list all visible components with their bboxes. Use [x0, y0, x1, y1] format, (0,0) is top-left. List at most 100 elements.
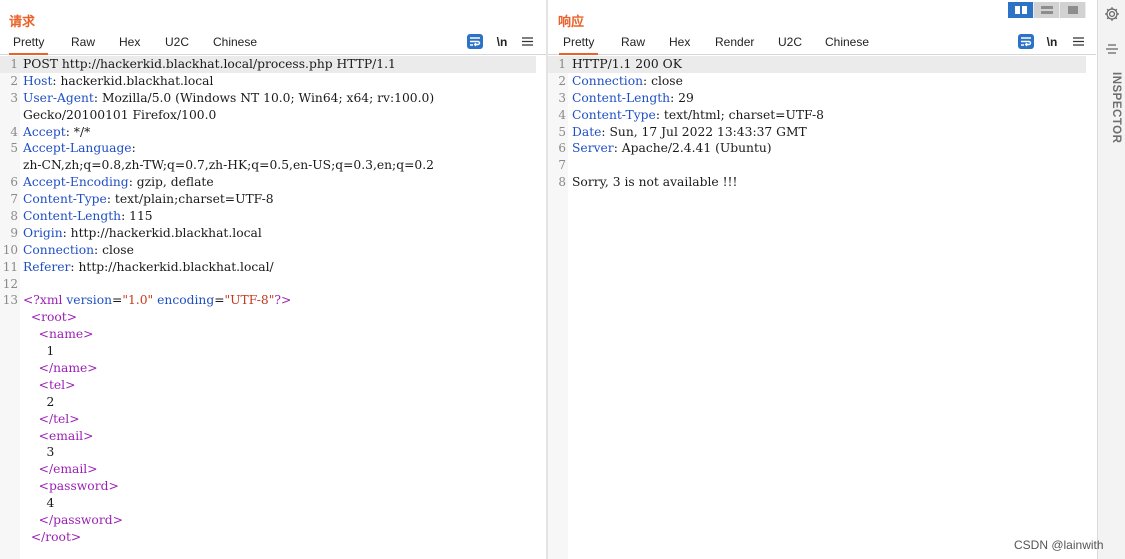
- response-line: 1 HTTP/1.1 200 OK: [548, 56, 1086, 73]
- line-text: Accept-Language:: [23, 140, 136, 157]
- lines-icon[interactable]: [1105, 43, 1119, 55]
- request-line: 6 Accept-Encoding: gzip, deflate: [0, 174, 546, 191]
- line-text: </email>: [23, 461, 98, 478]
- request-line: 7 Content-Type: text/plain;charset=UTF-8: [0, 191, 546, 208]
- line-number: 8: [558, 175, 566, 190]
- request-line: </root>: [0, 529, 546, 546]
- line-text: 1: [23, 343, 54, 360]
- text-token: POST http://hackerkid.blackhat.local/pro…: [23, 57, 396, 71]
- response-newline-toggle[interactable]: \n: [1045, 33, 1059, 53]
- inspector-label[interactable]: INSPECTOR: [1102, 72, 1122, 143]
- text-token: Sorry, 3 is not available !!!: [572, 175, 738, 190]
- response-tab-chinese[interactable]: Chinese: [821, 33, 873, 55]
- request-tab-bar: Pretty Raw Hex U2C Chinese \n: [0, 33, 546, 55]
- request-line: 13 <?xml version="1.0" encoding="UTF-8"?>: [0, 292, 546, 309]
- xml-token: </name>: [23, 361, 98, 376]
- line-text: Content-Length: 29: [572, 90, 694, 107]
- response-tab-pretty[interactable]: Pretty: [559, 33, 599, 55]
- text-token: : */*: [65, 124, 91, 139]
- request-tab-hex[interactable]: Hex: [115, 33, 144, 55]
- line-text: </root>: [23, 529, 81, 546]
- line-text: Gecko/20100101 Firefox/100.0: [23, 107, 216, 124]
- request-menu-button[interactable]: [520, 33, 534, 53]
- response-line: 4 Content-Type: text/html; charset=UTF-8: [548, 107, 1096, 124]
- header-name: Connection: [23, 242, 95, 257]
- text-token: : Apache/2.4.41 (Ubuntu): [613, 141, 772, 156]
- request-tab-pretty[interactable]: Pretty: [9, 33, 49, 55]
- request-line: <password>: [0, 478, 546, 495]
- request-line: 10 Connection: close: [0, 242, 546, 259]
- xml-token: <?xml: [23, 293, 67, 308]
- xml-token: "1.0": [122, 293, 154, 308]
- horizontal-view-button[interactable]: [1034, 2, 1060, 18]
- line-text: Referer: http://hackerkid.blackhat.local…: [23, 259, 274, 276]
- response-tab-render[interactable]: Render: [711, 33, 758, 55]
- request-line: 9 Origin: http://hackerkid.blackhat.local: [0, 225, 546, 242]
- request-line: 2: [0, 394, 546, 411]
- header-name: Connection: [572, 73, 644, 88]
- line-number: 7: [10, 192, 18, 207]
- request-newline-toggle[interactable]: \n: [495, 33, 509, 53]
- line-text: <email>: [23, 428, 94, 445]
- request-wrap-toggle[interactable]: [467, 34, 483, 49]
- xml-token: </tel>: [23, 411, 80, 426]
- text-token: : hackerkid.blackhat.local: [52, 73, 214, 88]
- header-name: Accept-Encoding: [23, 175, 129, 190]
- layout-view-toggle: [1008, 2, 1086, 18]
- line-text: Content-Length: 115: [23, 208, 153, 225]
- line-text: <root>: [23, 309, 77, 326]
- response-title: 响应: [558, 14, 585, 29]
- text-token: : http://hackerkid.blackhat.local/: [70, 259, 274, 274]
- request-editor[interactable]: 1 POST http://hackerkid.blackhat.local/pr…: [0, 56, 546, 546]
- header-name: Accept: [23, 124, 66, 139]
- split-view-button[interactable]: [1008, 2, 1034, 18]
- request-line: <name>: [0, 326, 546, 343]
- response-tab-hex[interactable]: Hex: [665, 33, 694, 55]
- header-name: Content-Length: [572, 90, 671, 105]
- response-line: 8 Sorry, 3 is not available !!!: [548, 174, 1096, 191]
- request-line: 3 User-Agent: Mozilla/5.0 (Windows NT 10.…: [0, 90, 546, 107]
- line-text: <?xml version="1.0" encoding="UTF-8"?>: [23, 292, 291, 309]
- text-token: =: [214, 293, 225, 308]
- line-text: <name>: [23, 326, 94, 343]
- response-editor[interactable]: 1 HTTP/1.1 200 OK 2 Connection: close 3 Conte…: [548, 56, 1096, 191]
- hamburger-menu-icon: [521, 37, 533, 46]
- gear-icon[interactable]: [1104, 6, 1120, 22]
- single-view-icon: [1068, 6, 1078, 14]
- line-number: 1: [10, 57, 18, 71]
- response-tab-raw[interactable]: Raw: [617, 33, 649, 55]
- response-line: 2 Connection: close: [548, 73, 1096, 90]
- text-token: : http://hackerkid.blackhat.local: [62, 225, 262, 240]
- response-tab-bar: Pretty Raw Hex Render U2C Chinese \n: [548, 33, 1096, 55]
- text-token: 4: [23, 496, 55, 511]
- request-line: Gecko/20100101 Firefox/100.0: [0, 107, 546, 124]
- header-name: Content-Type: [572, 107, 656, 122]
- text-token: zh-CN,zh;q=0.8,zh-TW;q=0.7,zh-HK;q=0.5,e…: [23, 158, 434, 173]
- request-line: 4 Accept: */*: [0, 124, 546, 141]
- line-number: 7: [558, 158, 566, 173]
- line-number: 10: [2, 242, 18, 257]
- request-tab-u2c[interactable]: U2C: [161, 33, 193, 55]
- request-line: <root>: [0, 309, 546, 326]
- request-line: 12: [0, 276, 546, 293]
- line-number: 13: [2, 293, 18, 308]
- line-number: 2: [10, 73, 18, 88]
- response-menu-button[interactable]: [1071, 33, 1085, 53]
- xml-token: <password>: [23, 479, 119, 494]
- request-tab-raw[interactable]: Raw: [67, 33, 99, 55]
- response-pane: 响应 Pretty Raw Hex Render U2C Chinese \n …: [548, 0, 1096, 559]
- line-text: Host: hackerkid.blackhat.local: [23, 73, 213, 90]
- request-line: </tel>: [0, 411, 546, 428]
- single-view-button[interactable]: [1060, 2, 1086, 18]
- text-token: : 115: [121, 209, 153, 224]
- text-token: : text/html; charset=UTF-8: [655, 107, 824, 122]
- line-text: </name>: [23, 360, 98, 377]
- request-tab-chinese[interactable]: Chinese: [209, 33, 261, 55]
- xml-token: </email>: [23, 462, 98, 477]
- header-name: Host: [23, 73, 53, 88]
- text-token: : gzip, deflate: [128, 175, 214, 190]
- response-wrap-toggle[interactable]: [1018, 34, 1034, 49]
- text-token: HTTP/1.1 200 OK: [572, 57, 682, 71]
- line-text: Origin: http://hackerkid.blackhat.local: [23, 225, 262, 242]
- response-tab-u2c[interactable]: U2C: [774, 33, 806, 55]
